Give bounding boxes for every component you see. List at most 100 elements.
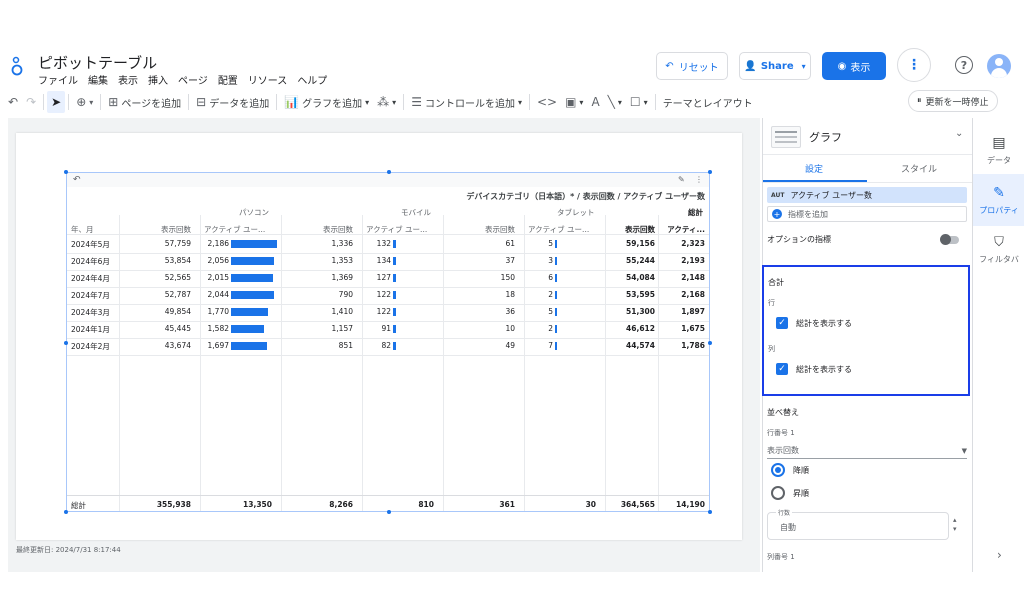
- data-bar: [555, 325, 557, 333]
- data-bar: [555, 308, 557, 316]
- looker-studio-logo-icon: [11, 56, 23, 76]
- total-pc-users: 13,350: [243, 500, 272, 509]
- side-rail: ▤ データ ✎ プロパティ ⛉ フィルタバ ›: [972, 118, 1024, 572]
- sort-field-select[interactable]: 表示回数 ▼: [767, 443, 967, 459]
- tab-style[interactable]: スタイル: [901, 162, 937, 175]
- resize-handle[interactable]: [708, 170, 712, 174]
- table-icon: ▤: [992, 134, 1006, 151]
- rail-data-tab[interactable]: ▤ データ: [973, 124, 1024, 176]
- undo-icon[interactable]: ↶: [4, 91, 22, 113]
- pencil-icon: ✎: [993, 184, 1005, 201]
- check-icon: ✓: [776, 317, 788, 329]
- reset-button[interactable]: ↶ リセット: [656, 52, 728, 80]
- add-circle-icon: +: [772, 209, 782, 219]
- share-button[interactable]: 👤 Share ▾: [739, 52, 811, 80]
- row-total-checkbox[interactable]: ✓ 総計を表示する: [776, 317, 852, 329]
- image-icon[interactable]: ▣ ▾: [561, 91, 587, 113]
- community-viz-icon[interactable]: ⁂ ▾: [373, 91, 400, 113]
- data-bar: [393, 308, 396, 316]
- filter-icon: ⛉: [994, 235, 1004, 250]
- pivot-caption: デバイスカテゴリ（日本語）* / 表示回数 / アクティブ ユーザー数: [466, 192, 705, 201]
- menu-insert[interactable]: 挿入: [148, 72, 168, 87]
- redo-icon[interactable]: ↷: [22, 91, 40, 113]
- view-button[interactable]: ◉ 表示: [822, 52, 886, 80]
- report-title[interactable]: ピボットテーブル: [38, 52, 157, 73]
- undo-chart-icon[interactable]: ↶: [73, 175, 81, 185]
- resize-handle[interactable]: [64, 341, 68, 345]
- cell-tb-users: 5: [548, 239, 553, 248]
- menu-resource[interactable]: リソース: [248, 72, 288, 87]
- sort-desc-radio[interactable]: 降順: [771, 463, 809, 477]
- rail-properties-tab[interactable]: ✎ プロパティ: [973, 174, 1024, 226]
- chevron-right-icon[interactable]: ›: [997, 548, 1002, 562]
- line-icon[interactable]: ╲ ▾: [604, 91, 626, 113]
- text-box-icon[interactable]: A: [587, 91, 603, 113]
- cell-total-users: 1,786: [681, 341, 705, 350]
- cell-tb-views: 49: [505, 341, 515, 350]
- more-options-icon[interactable]: ⋮: [897, 48, 931, 82]
- cell-pc-users: 1,697: [207, 341, 229, 350]
- resize-handle[interactable]: [387, 510, 391, 514]
- resize-handle[interactable]: [708, 341, 712, 345]
- pause-update-button[interactable]: ⏸ 更新を一時停止: [908, 90, 998, 112]
- cell-pc-users: 2,015: [207, 273, 229, 282]
- menu-view[interactable]: 表示: [118, 72, 138, 87]
- cell-total-views: 54,084: [626, 273, 655, 282]
- toolbar: ↶ ↷ ➤ ⊕ ▾ ⊞ ページを追加 ⊟ データを追加 📊 グラフを追加 ▾ ⁂ ▾ ☰ コン…: [0, 90, 1024, 114]
- menu-help[interactable]: ヘルプ: [297, 72, 327, 87]
- tab-setup[interactable]: 設定: [805, 162, 823, 175]
- resize-handle[interactable]: [708, 510, 712, 514]
- eye-icon: ◉: [837, 60, 847, 72]
- resize-handle[interactable]: [64, 510, 68, 514]
- cell-pc-views: 45,445: [164, 324, 191, 333]
- add-control-button[interactable]: ☰ コントロールを追加 ▾: [407, 91, 526, 113]
- add-person-icon: 👤: [744, 60, 757, 72]
- cell-tb-users: 2: [548, 324, 553, 333]
- chevron-down-icon[interactable]: ⌄: [955, 128, 963, 139]
- menu-arrange[interactable]: 配置: [218, 72, 238, 87]
- avatar[interactable]: [987, 54, 1011, 78]
- cell-tb-users: 6: [548, 273, 553, 282]
- cell-total-views: 46,612: [626, 324, 655, 333]
- add-metric-button[interactable]: + 指標を追加: [767, 206, 967, 222]
- menu-page[interactable]: ページ: [178, 72, 208, 87]
- data-bar: [393, 240, 396, 248]
- cell-total-users: 2,148: [681, 273, 705, 282]
- row-divider: [67, 304, 709, 305]
- resize-handle[interactable]: [64, 170, 68, 174]
- cell-mb-views: 1,369: [331, 273, 353, 282]
- add-page-button[interactable]: ⊞ ページを追加: [104, 91, 185, 113]
- data-bar: [393, 342, 396, 350]
- menu-edit[interactable]: 編集: [88, 72, 108, 87]
- shape-icon[interactable]: ☐ ▾: [626, 91, 652, 113]
- data-bar: [555, 257, 557, 265]
- optional-metrics-toggle[interactable]: [940, 234, 959, 245]
- row-month: 2024年5月: [71, 240, 110, 249]
- optional-metrics-label: オプションの指標: [767, 235, 831, 244]
- menu-file[interactable]: ファイル: [38, 72, 78, 87]
- resize-handle[interactable]: [387, 170, 391, 174]
- chart-type-label[interactable]: グラフ: [809, 129, 842, 145]
- add-data-button[interactable]: ⊟ データを追加: [192, 91, 273, 113]
- pivot-table[interactable]: ↶ ✎ ⋮ デバイスカテゴリ（日本語）* / 表示回数 / アクティブ ユーザー…: [64, 170, 712, 514]
- cell-total-users: 2,323: [681, 239, 705, 248]
- edit-pencil-icon[interactable]: ✎: [678, 175, 685, 184]
- col-total-checkbox[interactable]: ✓ 総計を表示する: [776, 363, 852, 375]
- sort-asc-radio[interactable]: 昇順: [771, 486, 809, 500]
- chevron-down-icon[interactable]: ▾: [802, 62, 806, 71]
- theme-layout-button[interactable]: テーマとレイアウト: [659, 91, 757, 113]
- help-icon[interactable]: ?: [955, 56, 973, 74]
- cell-tb-users: 7: [548, 341, 553, 350]
- metric-chip[interactable]: AUT アクティブ ユーザー数: [767, 187, 967, 203]
- embed-code-icon[interactable]: <>: [533, 91, 561, 113]
- add-chart-button[interactable]: 📊 グラフを追加 ▾: [280, 91, 373, 113]
- select-cursor-icon[interactable]: ➤: [47, 91, 66, 113]
- stepper-arrows-icon[interactable]: ▴ ▾: [953, 516, 957, 534]
- cell-pc-views: 53,854: [164, 256, 191, 265]
- row-count-field[interactable]: 行数 自動: [767, 508, 949, 540]
- rail-filter-tab[interactable]: ⛉ フィルタバ: [973, 224, 1024, 276]
- cell-tb-users: 3: [548, 256, 553, 265]
- chart-menu-icon[interactable]: ⋮: [695, 175, 703, 184]
- zoom-icon[interactable]: ⊕ ▾: [72, 91, 97, 113]
- cell-mb-views: 1,157: [331, 324, 353, 333]
